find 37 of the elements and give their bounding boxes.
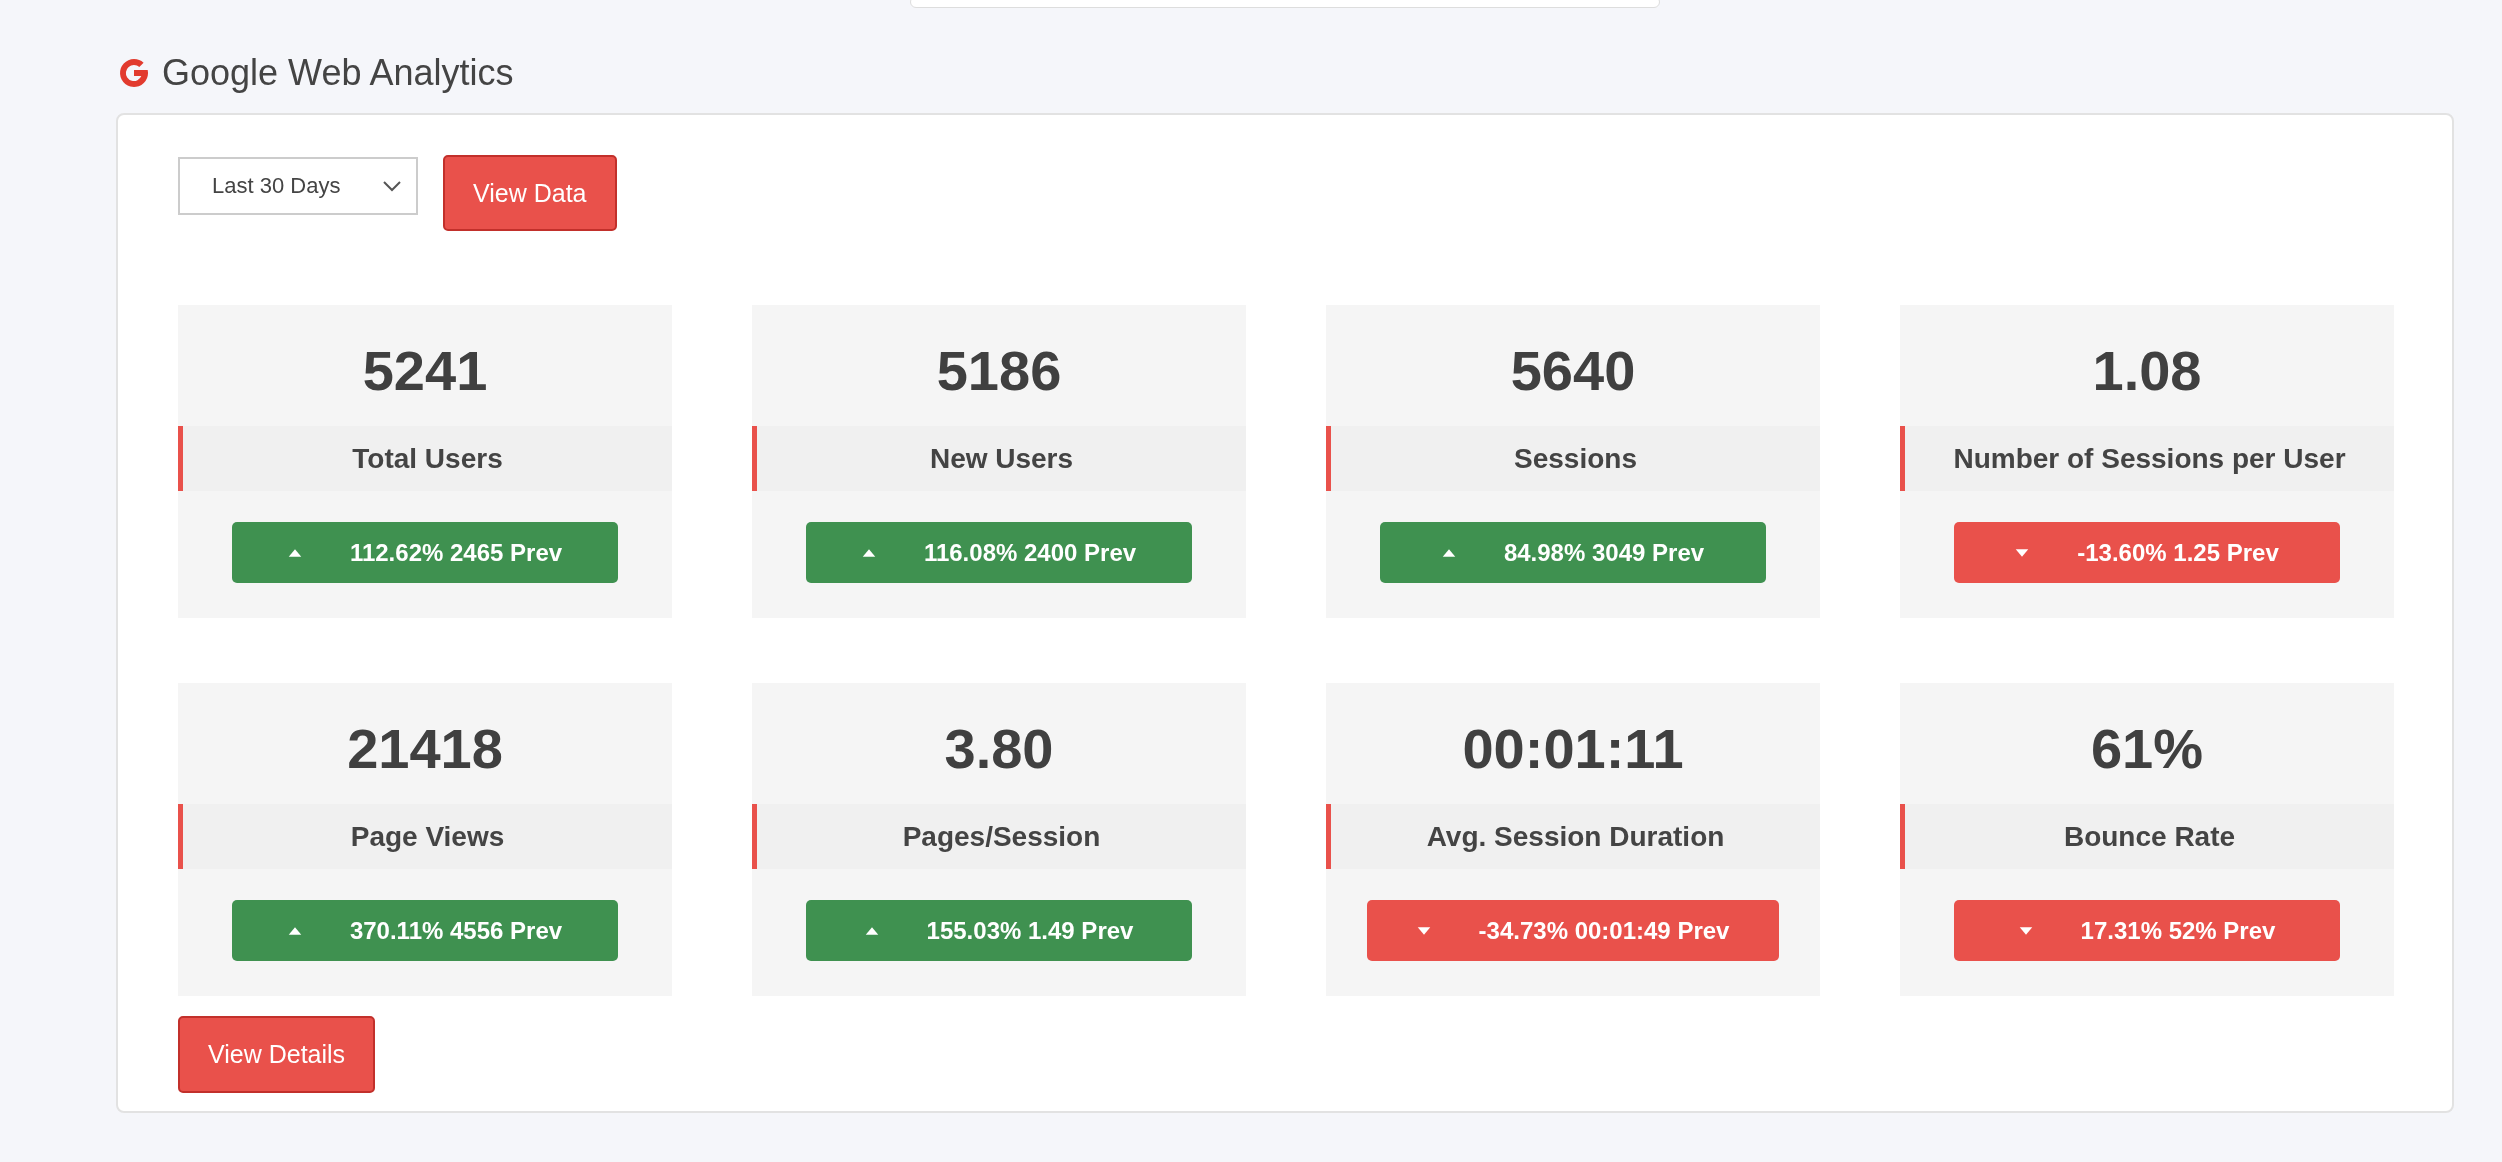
metric-value: 3.80 — [944, 716, 1054, 782]
period-dropdown[interactable]: Last 30 Days — [178, 157, 418, 215]
change-text: 17.31% 52% Prev — [2080, 916, 2276, 945]
view-details-button[interactable]: View Details — [178, 1016, 376, 1093]
metric-label: Number of Sessions per User — [1900, 426, 2394, 491]
metric-label: Pages/Session — [752, 804, 1246, 869]
metric-label: New Users — [752, 426, 1246, 491]
metric-value: 1.08 — [2092, 338, 2202, 404]
change-text: 116.08% 2400 Prev — [923, 538, 1137, 567]
change-text: 155.03% 1.49 Prev — [926, 916, 1134, 945]
change-text: 370.11% 4556 Prev — [349, 916, 563, 945]
change-text: -34.73% 00:01:49 Prev — [1478, 916, 1730, 945]
change-text: -13.60% 1.25 Prev — [2077, 538, 2279, 567]
metric-label: Page Views — [178, 804, 672, 869]
change-text: 112.62% 2465 Prev — [349, 538, 563, 567]
metric-value: 5186 — [936, 338, 1062, 404]
metric-value: 5640 — [1510, 338, 1636, 404]
caret-down-icon — [2015, 547, 2030, 558]
caret-down-icon — [2018, 925, 2033, 936]
metric-label: Total Users — [178, 426, 672, 491]
caret-up-icon — [1441, 547, 1456, 558]
change-text: 84.98% 3049 Prev — [1503, 538, 1705, 567]
metric-value: 61% — [2090, 716, 2204, 782]
caret-up-icon — [861, 547, 876, 558]
caret-up-icon — [287, 925, 302, 936]
metric-label: Bounce Rate — [1900, 804, 2394, 869]
metric-value: 21418 — [347, 716, 503, 782]
caret-up-icon — [287, 547, 302, 558]
view-data-button[interactable]: View Data — [443, 155, 617, 231]
metric-value: 5241 — [362, 338, 488, 404]
caret-down-icon — [1416, 925, 1431, 936]
metric-value: 00:01:11 — [1462, 716, 1684, 782]
chevron-down-icon — [382, 180, 402, 192]
caret-up-icon — [864, 925, 879, 936]
metric-label: Avg. Session Duration — [1326, 804, 1820, 869]
metric-label: Sessions — [1326, 426, 1820, 491]
section-title: Google Web Analytics — [162, 51, 514, 94]
